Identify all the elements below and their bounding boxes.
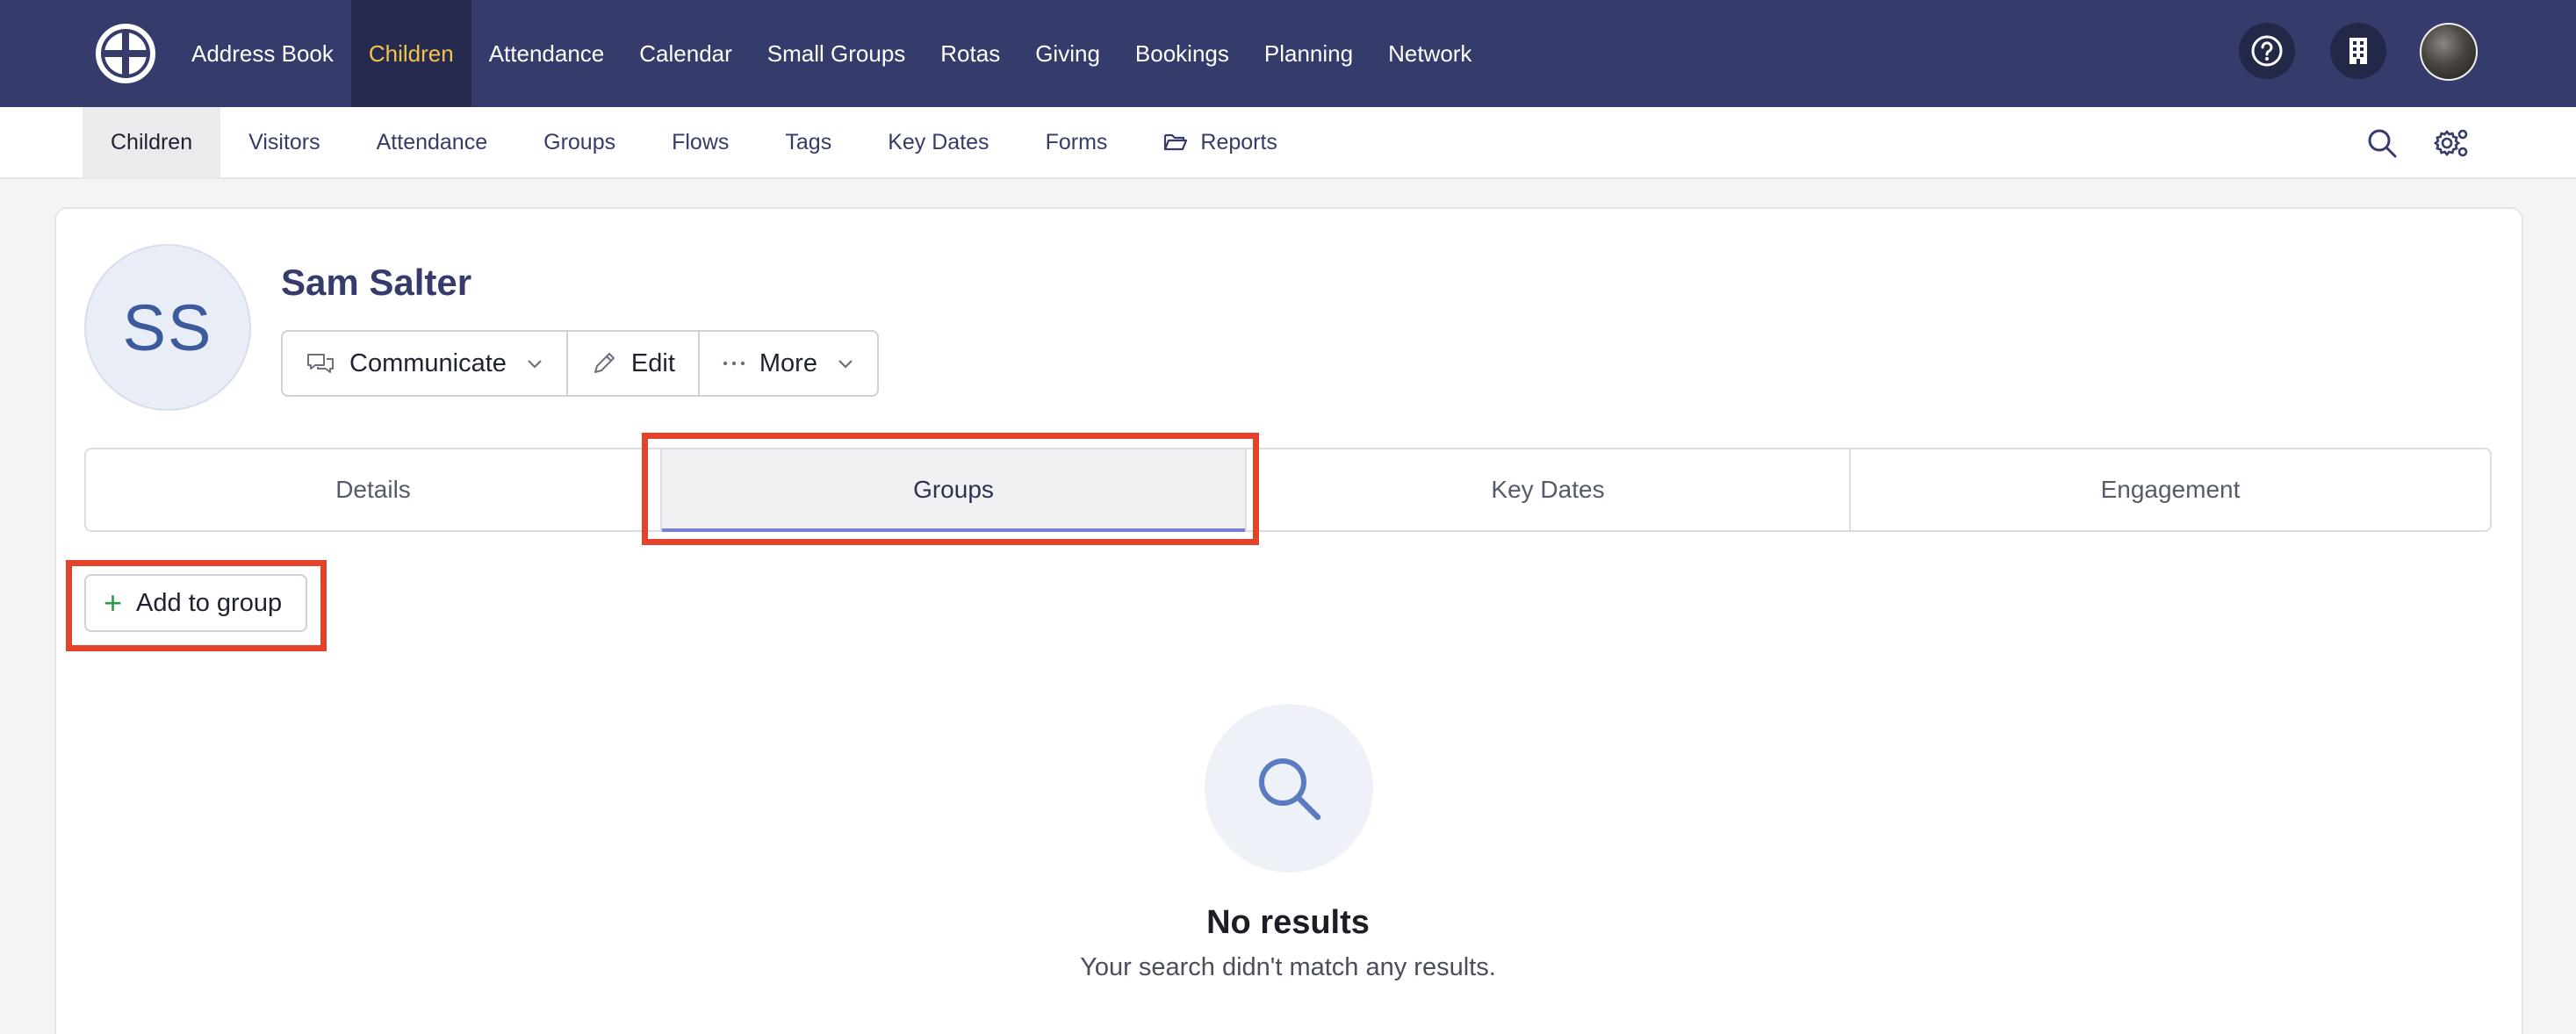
help-button[interactable]	[2239, 23, 2295, 79]
top-navigation: Address Book Children Attendance Calenda…	[0, 0, 2576, 107]
organisation-button[interactable]	[2330, 23, 2386, 79]
sub-navigation: Children Visitors Attendance Groups Flow…	[0, 107, 2576, 179]
profile-actions: Communicate Edit More	[281, 330, 879, 397]
nav-rotas[interactable]: Rotas	[923, 0, 1018, 107]
sub-menu: Children Visitors Attendance Groups Flow…	[83, 107, 1306, 177]
more-button[interactable]: More	[700, 332, 877, 395]
subnav-visitors[interactable]: Visitors	[220, 107, 349, 177]
add-to-group-label: Add to group	[136, 588, 283, 617]
subnav-key-dates[interactable]: Key Dates	[860, 107, 1017, 177]
tab-details[interactable]: Details	[86, 449, 662, 530]
nav-attendance[interactable]: Attendance	[471, 0, 622, 107]
empty-state-illustration	[1205, 704, 1373, 872]
edit-label: Edit	[630, 348, 675, 377]
plus-icon: +	[104, 585, 123, 621]
subnav-tags[interactable]: Tags	[757, 107, 860, 177]
nav-small-groups[interactable]: Small Groups	[750, 0, 924, 107]
settings-button[interactable]	[2432, 123, 2472, 163]
subnav-forms[interactable]: Forms	[1018, 107, 1136, 177]
edit-button[interactable]: Edit	[568, 332, 700, 395]
subnav-groups[interactable]: Groups	[515, 107, 644, 177]
main-menu: Address Book Children Attendance Calenda…	[174, 0, 1489, 107]
nav-children[interactable]: Children	[350, 0, 471, 107]
church-logo-icon[interactable]	[95, 23, 156, 84]
nav-bookings[interactable]: Bookings	[1118, 0, 1247, 107]
nav-giving[interactable]: Giving	[1018, 0, 1118, 107]
more-dots-icon	[723, 361, 745, 366]
help-icon	[2251, 35, 2283, 67]
communicate-label: Communicate	[349, 348, 507, 377]
settings-icon	[2434, 129, 2468, 157]
empty-state-message: Your search didn't match any results.	[1080, 953, 1496, 981]
profile-name: Sam Salter	[281, 262, 472, 303]
search-icon	[1259, 758, 1321, 821]
search-icon	[2368, 129, 2397, 158]
chevron-down-icon	[528, 360, 542, 369]
profile-tabs: Details Groups Key Dates Engagement	[84, 448, 2492, 532]
communicate-button[interactable]: Communicate	[283, 332, 568, 395]
subnav-children[interactable]: Children	[83, 107, 221, 177]
subnav-attendance[interactable]: Attendance	[349, 107, 516, 177]
empty-state-title: No results	[1206, 904, 1370, 941]
folder-open-icon	[1164, 133, 1188, 151]
chevron-down-icon	[838, 360, 853, 369]
subnav-flows[interactable]: Flows	[644, 107, 757, 177]
add-to-group-button[interactable]: + Add to group	[84, 574, 307, 632]
tab-key-dates[interactable]: Key Dates	[1247, 449, 1851, 530]
user-avatar[interactable]	[2420, 23, 2478, 81]
nav-calendar[interactable]: Calendar	[622, 0, 750, 107]
building-icon	[2349, 38, 2367, 64]
subnav-reports[interactable]: Reports	[1135, 107, 1306, 177]
more-label: More	[759, 348, 817, 377]
tab-engagement[interactable]: Engagement	[1851, 449, 2490, 530]
profile-initials-avatar: SS	[84, 244, 251, 411]
subnav-reports-label: Reports	[1200, 129, 1277, 154]
nav-planning[interactable]: Planning	[1247, 0, 1371, 107]
chat-bubbles-icon	[307, 354, 334, 373]
nav-network[interactable]: Network	[1371, 0, 1489, 107]
search-button[interactable]	[2362, 123, 2402, 163]
pencil-icon	[594, 353, 615, 373]
nav-address-book[interactable]: Address Book	[174, 0, 351, 107]
tab-groups[interactable]: Groups	[662, 449, 1247, 532]
